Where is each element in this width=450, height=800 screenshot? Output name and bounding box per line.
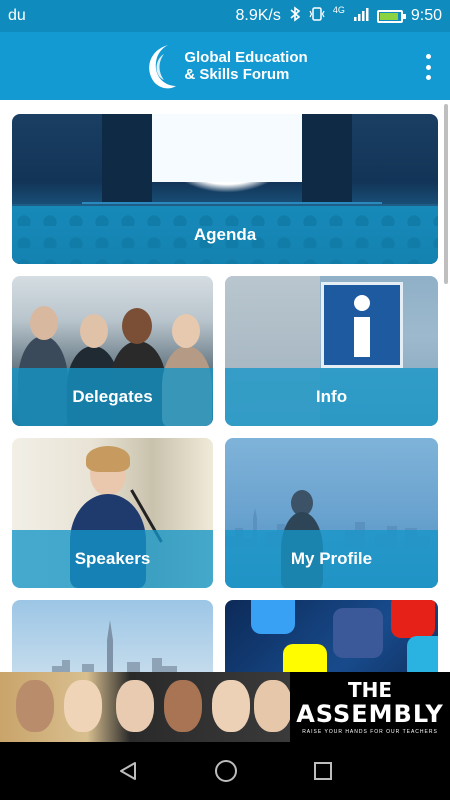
logo-line-2: & Skills Forum — [184, 66, 290, 83]
clock: 9:50 — [410, 7, 442, 24]
status-icons: 8.9K/s 4G 9:50 — [235, 5, 442, 27]
snapchat-icon — [283, 644, 327, 672]
signal-icon — [353, 6, 369, 27]
city-photo — [12, 600, 213, 672]
bluetooth-icon — [289, 5, 301, 27]
menu-grid: Agenda Delegates Info Speakers My Profil… — [0, 100, 450, 672]
tile-label: Speakers — [12, 530, 213, 588]
home-circle-icon[interactable] — [214, 759, 238, 783]
tile-info[interactable]: Info — [225, 276, 438, 426]
facebook-icon — [333, 608, 383, 658]
tile-label: Delegates — [12, 368, 213, 426]
status-bar: du 8.9K/s 4G 9:50 — [0, 0, 450, 32]
forum-logo[interactable]: Global Education & Skills Forum — [142, 42, 308, 90]
ad-photo — [0, 672, 292, 742]
recents-square-icon[interactable] — [313, 761, 333, 781]
ad-banner[interactable]: THE ASSEMBLY RAISE YOUR HANDS FOR OUR TE… — [0, 672, 450, 742]
tile-label: Info — [225, 368, 438, 426]
vibrate-icon — [309, 6, 325, 27]
app-bar: Global Education & Skills Forum — [0, 32, 450, 100]
carrier-label: du — [8, 7, 26, 24]
logo-text: Global Education & Skills Forum — [184, 49, 307, 83]
logo-swoosh-icon — [142, 42, 178, 90]
ad-tagline: RAISE YOUR HANDS FOR OUR TEACHERS — [302, 729, 438, 735]
network-speed: 8.9K/s — [235, 7, 281, 24]
app-icon — [407, 636, 438, 672]
tile-city[interactable] — [12, 600, 213, 672]
tile-speakers[interactable]: Speakers — [12, 438, 213, 588]
tile-agenda[interactable]: Agenda — [12, 114, 438, 264]
scrollbar[interactable] — [444, 104, 448, 284]
tile-label: Agenda — [12, 206, 438, 264]
navigation-bar — [0, 742, 450, 800]
battery-icon — [376, 9, 406, 23]
twitter-icon — [251, 600, 295, 634]
social-photo — [225, 600, 438, 672]
tile-social[interactable] — [225, 600, 438, 672]
network-type: 4G — [332, 5, 345, 15]
ad-subtitle: ASSEMBLY — [296, 700, 444, 728]
tile-my-profile[interactable]: My Profile — [225, 438, 438, 588]
ad-text-block: THE ASSEMBLY RAISE YOUR HANDS FOR OUR TE… — [290, 672, 450, 742]
ad-title: THE — [347, 678, 393, 702]
tile-label: My Profile — [225, 530, 438, 588]
youtube-icon — [391, 600, 435, 638]
more-vert-icon[interactable] — [420, 54, 436, 80]
tile-delegates[interactable]: Delegates — [12, 276, 213, 426]
back-triangle-icon[interactable] — [117, 760, 139, 782]
info-sign-icon — [321, 282, 403, 368]
logo-line-1: Global Education — [184, 49, 308, 66]
